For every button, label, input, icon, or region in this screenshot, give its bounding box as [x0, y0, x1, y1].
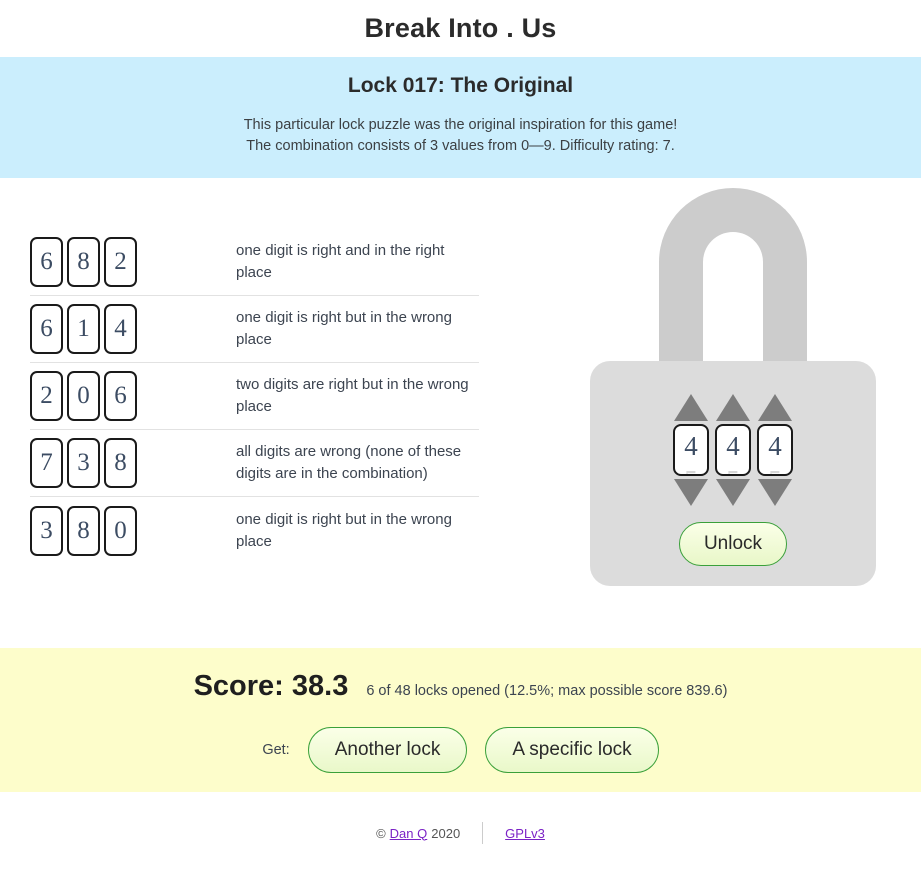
score-line: Score: 38.3 6 of 48 locks opened (12.5%;…: [0, 670, 921, 703]
specific-lock-button[interactable]: A specific lock: [485, 727, 659, 773]
clue-text: one digit is right but in the wrong plac…: [236, 309, 452, 348]
dial-value: 4: [684, 431, 698, 461]
arrow-down-icon[interactable]: [716, 479, 750, 506]
arrow-up-icon[interactable]: [758, 394, 792, 421]
clue-digit: 0: [67, 371, 100, 421]
clue-digits: 6 1 4: [30, 304, 236, 354]
clue-list: 6 8 2 one digit is right and in the righ…: [30, 229, 479, 564]
lock-description-line-1: This particular lock puzzle was the orig…: [243, 117, 678, 133]
page-footer: © Dan Q 2020 GPLv3: [0, 792, 921, 874]
arrow-up-icon[interactable]: [716, 394, 750, 421]
puzzle-area: 6 8 2 one digit is right and in the righ…: [0, 178, 921, 648]
clue-digits: 3 8 0: [30, 505, 236, 556]
copyright-year: 2020: [431, 825, 461, 841]
unlock-button[interactable]: Unlock: [678, 522, 788, 566]
dial-1: 4 5: [673, 394, 709, 506]
clue-digit: 8: [104, 438, 137, 488]
clue-digits: 2 0 6: [30, 371, 236, 421]
clue-text: two digits are right but in the wrong pl…: [236, 376, 469, 415]
clue-row: 7 3 8 all digits are wrong (none of thes…: [30, 430, 479, 497]
clue-row: 2 0 6 two digits are right but in the wr…: [30, 363, 479, 430]
clue-digit: 2: [30, 371, 63, 421]
clue-row: 6 1 4 one digit is right but in the wron…: [30, 296, 479, 363]
dial-value: 4: [726, 431, 740, 461]
license-link[interactable]: GPLv3: [505, 826, 545, 841]
get-lock-controls: Get: Another lock A specific lock: [0, 727, 921, 773]
padlock-graphic: 4 5 4 5 4 5: [590, 188, 876, 586]
combination-dials: 4 5 4 5 4 5: [590, 394, 876, 506]
arrow-down-icon[interactable]: [758, 479, 792, 506]
clue-text: all digits are wrong (none of these digi…: [236, 443, 462, 482]
clue-digit: 2: [104, 237, 137, 287]
clue-digit: 8: [67, 505, 100, 556]
lock-info-banner: Lock 017: The Original This particular l…: [0, 57, 921, 178]
copyright: © Dan Q 2020: [376, 826, 460, 841]
clue-digit: 3: [67, 438, 100, 488]
dial-next-value: 5: [717, 465, 749, 474]
page-title: Break Into . Us: [364, 13, 557, 43]
dial-value: 4: [768, 431, 782, 461]
dial-2: 4 5: [715, 394, 751, 506]
clue-digit: 6: [104, 371, 137, 421]
dial-3: 4 5: [757, 394, 793, 506]
lock-description-line-2: The combination consists of 3 values fro…: [246, 138, 675, 154]
get-label: Get:: [262, 742, 290, 758]
clue-digits: 7 3 8: [30, 438, 236, 488]
score-details: 6 of 48 locks opened (12.5%; max possibl…: [366, 683, 728, 699]
another-lock-button[interactable]: Another lock: [307, 727, 468, 773]
dial-next-value: 5: [759, 465, 791, 474]
clue-text: one digit is right and in the right plac…: [236, 242, 445, 281]
clue-digit: 4: [104, 304, 137, 354]
dial-window-2[interactable]: 4 5: [715, 424, 751, 476]
clue-digit: 6: [30, 237, 63, 287]
dial-window-3[interactable]: 4 5: [757, 424, 793, 476]
clue-row: 3 8 0 one digit is right but in the wron…: [30, 497, 479, 564]
clue-digit: 0: [104, 505, 137, 556]
lock-title: Lock 017: The Original: [347, 74, 574, 97]
unlock-button-wrap: Unlock: [590, 522, 876, 566]
clue-text: one digit is right but in the wrong plac…: [236, 510, 452, 550]
clue-digit: 3: [30, 505, 63, 556]
dial-window-1[interactable]: 4 5: [673, 424, 709, 476]
clue-digit: 6: [30, 304, 63, 354]
clue-digit: 7: [30, 438, 63, 488]
score-band: Score: 38.3 6 of 48 locks opened (12.5%;…: [0, 648, 921, 792]
author-link[interactable]: Dan Q: [390, 826, 428, 841]
clue-digit: 8: [67, 237, 100, 287]
footer-divider: [482, 822, 484, 844]
clue-digit: 1: [67, 304, 100, 354]
dial-next-value: 5: [675, 465, 707, 474]
score-value: Score: 38.3: [193, 670, 349, 702]
clue-row: 6 8 2 one digit is right and in the righ…: [30, 229, 479, 296]
copyright-symbol: ©: [376, 825, 386, 841]
clue-digits: 6 8 2: [30, 237, 236, 287]
arrow-down-icon[interactable]: [674, 479, 708, 506]
arrow-up-icon[interactable]: [674, 394, 708, 421]
lock-description: This particular lock puzzle was the orig…: [0, 115, 921, 157]
